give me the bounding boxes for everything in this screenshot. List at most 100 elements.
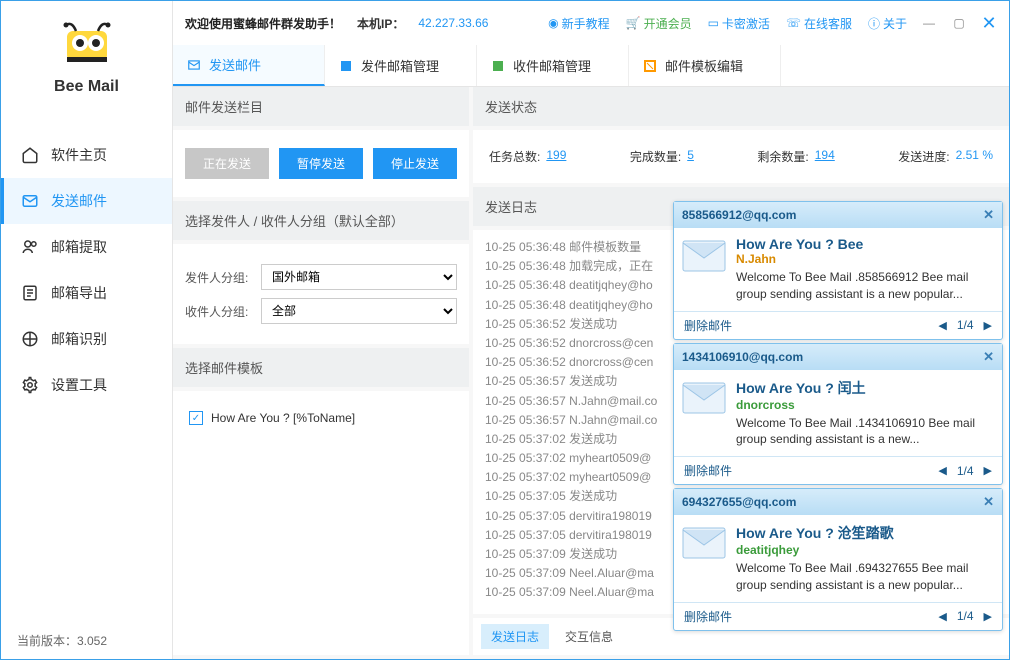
- toast-from: dnorcross: [736, 398, 994, 412]
- log-tab-interact[interactable]: 交互信息: [555, 624, 623, 649]
- play-icon: ◉: [548, 16, 558, 30]
- recipient-group-label: 收件人分组:: [185, 303, 253, 320]
- home-icon: [21, 146, 39, 164]
- pause-button[interactable]: 暂停发送: [279, 148, 363, 179]
- tab-3[interactable]: 邮件模板编辑: [629, 45, 781, 86]
- template-item[interactable]: ✓ How Are You ? [%ToName]: [185, 403, 457, 433]
- toast-header: 694327655@qq.com: [682, 495, 796, 509]
- nav-label: 邮箱识别: [51, 329, 107, 349]
- nav-item-detect[interactable]: 邮箱识别: [1, 316, 172, 362]
- toplink-cart[interactable]: 🛒开通会员: [626, 15, 692, 32]
- done-label: 完成数量:: [630, 148, 681, 165]
- toplink-card[interactable]: ▭卡密激活: [708, 15, 770, 32]
- group-panel-header: 选择发件人 / 收件人分组（默认全部）: [173, 201, 469, 240]
- envelope-icon: [682, 527, 726, 559]
- tab-1[interactable]: 发件邮箱管理: [325, 45, 477, 86]
- mail-icon: [21, 192, 39, 210]
- version-label: 当前版本：3.052: [1, 622, 172, 659]
- app-name: Bee Mail: [1, 78, 172, 96]
- prev-arrow-icon[interactable]: ◀: [938, 464, 946, 477]
- headset-icon: ☏: [786, 16, 801, 30]
- toast-header: 1434106910@qq.com: [682, 350, 803, 364]
- delete-mail-link[interactable]: 删除邮件: [684, 608, 732, 625]
- info-icon: ⓘ: [868, 15, 880, 32]
- maximize-button[interactable]: ▢: [951, 15, 967, 31]
- delete-mail-link[interactable]: 删除邮件: [684, 462, 732, 479]
- tab-icon: [643, 59, 657, 73]
- nav-item-home[interactable]: 软件主页: [1, 132, 172, 178]
- send-panel-header: 邮件发送栏目: [173, 87, 469, 126]
- tab-icon: [491, 59, 505, 73]
- envelope-icon: [682, 382, 726, 414]
- notification-toast: 1434106910@qq.com ✕ How Are You ? 闰土dnorcr…: [673, 343, 1003, 486]
- stop-button[interactable]: 停止发送: [373, 148, 457, 179]
- tab-icon: [187, 58, 201, 72]
- delete-mail-link[interactable]: 删除邮件: [684, 317, 732, 334]
- toast-message: Welcome To Bee Mail .858566912 Bee mail …: [736, 269, 994, 303]
- cart-icon: 🛒: [626, 16, 641, 30]
- toplink-play[interactable]: ◉新手教程: [548, 15, 610, 32]
- minimize-button[interactable]: —: [921, 15, 937, 31]
- toast-title: How Are You ? Bee: [736, 236, 994, 252]
- toast-from: N.Jahn: [736, 252, 994, 266]
- toast-close-button[interactable]: ✕: [983, 494, 994, 510]
- export-icon: [21, 284, 39, 302]
- sender-group-label: 发件人分组:: [185, 269, 253, 286]
- tab-icon: [339, 59, 353, 73]
- next-arrow-icon[interactable]: ▶: [984, 319, 992, 332]
- toast-title: How Are You ? 沧笙踏歌: [736, 523, 994, 543]
- toplink-info[interactable]: ⓘ关于: [868, 15, 907, 32]
- close-button[interactable]: ✕: [981, 15, 997, 31]
- status-header: 发送状态: [473, 87, 1009, 126]
- tab-0[interactable]: 发送邮件: [173, 45, 325, 86]
- total-value[interactable]: 199: [546, 148, 566, 165]
- done-value[interactable]: 5: [687, 148, 694, 165]
- detect-icon: [21, 330, 39, 348]
- prev-arrow-icon[interactable]: ◀: [938, 319, 946, 332]
- nav-label: 发送邮件: [51, 191, 107, 211]
- toast-header: 858566912@qq.com: [682, 208, 796, 222]
- ip-value: 42.227.33.66: [418, 16, 488, 30]
- nav-item-mail[interactable]: 发送邮件: [1, 178, 172, 224]
- remain-label: 剩余数量:: [757, 148, 808, 165]
- sender-group-select[interactable]: 国外邮箱: [261, 264, 457, 290]
- tab-2[interactable]: 收件邮箱管理: [477, 45, 629, 86]
- notification-toast: 858566912@qq.com ✕ How Are You ? BeeN.Jahn…: [673, 201, 1003, 340]
- progress-label: 发送进度:: [898, 148, 949, 165]
- remain-value[interactable]: 194: [815, 148, 835, 165]
- logo: Bee Mail: [1, 1, 172, 108]
- card-icon: ▭: [708, 16, 719, 30]
- nav-item-settings[interactable]: 设置工具: [1, 362, 172, 408]
- prev-arrow-icon[interactable]: ◀: [938, 610, 946, 623]
- nav-label: 邮箱提取: [51, 237, 107, 257]
- toast-close-button[interactable]: ✕: [983, 207, 994, 223]
- page-indicator: 1/4: [957, 318, 974, 332]
- page-indicator: 1/4: [957, 609, 974, 623]
- ip-label: 本机IP：: [357, 15, 404, 32]
- total-label: 任务总数:: [489, 148, 540, 165]
- toast-from: deatitjqhey: [736, 543, 994, 557]
- toast-close-button[interactable]: ✕: [983, 349, 994, 365]
- next-arrow-icon[interactable]: ▶: [984, 464, 992, 477]
- envelope-icon: [682, 240, 726, 272]
- template-name: How Are You ? [%ToName]: [211, 411, 355, 425]
- settings-icon: [21, 376, 39, 394]
- progress-value: 2.51 %: [956, 148, 993, 165]
- nav-item-extract[interactable]: 邮箱提取: [1, 224, 172, 270]
- toast-message: Welcome To Bee Mail .694327655 Bee mail …: [736, 560, 994, 594]
- extract-icon: [21, 238, 39, 256]
- welcome-text: 欢迎使用蜜蜂邮件群发助手！: [185, 15, 341, 32]
- log-tab-send[interactable]: 发送日志: [481, 624, 549, 649]
- toplink-headset[interactable]: ☏在线客服: [786, 15, 852, 32]
- toast-message: Welcome To Bee Mail .1434106910 Bee mail…: [736, 415, 994, 449]
- toast-title: How Are You ? 闰土: [736, 378, 994, 398]
- recipient-group-select[interactable]: 全部: [261, 298, 457, 324]
- nav-item-export[interactable]: 邮箱导出: [1, 270, 172, 316]
- sending-button[interactable]: 正在发送: [185, 148, 269, 179]
- template-panel-header: 选择邮件模板: [173, 348, 469, 387]
- page-indicator: 1/4: [957, 464, 974, 478]
- next-arrow-icon[interactable]: ▶: [984, 610, 992, 623]
- nav-label: 设置工具: [51, 375, 107, 395]
- check-icon: ✓: [189, 411, 203, 425]
- nav-label: 邮箱导出: [51, 283, 107, 303]
